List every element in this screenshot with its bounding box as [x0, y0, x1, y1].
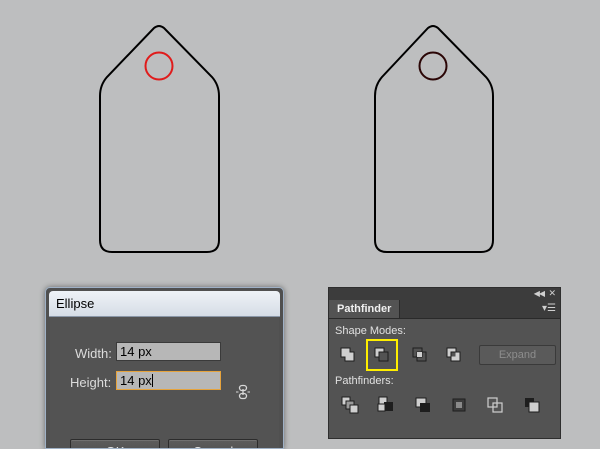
- width-field[interactable]: 14 px: [116, 342, 221, 361]
- ellipse-selected[interactable]: [144, 51, 174, 81]
- tab-pathfinder[interactable]: Pathfinder: [329, 300, 401, 318]
- constrain-proportions-icon[interactable]: [236, 384, 250, 400]
- height-field[interactable]: 14 px: [116, 371, 221, 390]
- tag-shape-right[interactable]: [374, 25, 494, 253]
- minus-back-icon[interactable]: [521, 394, 543, 416]
- width-label: Width:: [75, 346, 112, 361]
- intersect-icon[interactable]: [409, 344, 431, 366]
- close-icon[interactable]: ✕: [548, 288, 556, 299]
- artboard: [99, 25, 494, 253]
- expand-button[interactable]: Expand: [479, 345, 556, 365]
- merge-icon[interactable]: [412, 394, 434, 416]
- pathfinders-label: Pathfinders:: [335, 375, 394, 387]
- dialog-body: Width: 14 px Height: 14 px OK Cancel: [50, 317, 279, 448]
- cancel-button[interactable]: Cancel: [168, 439, 258, 448]
- unite-icon[interactable]: [337, 344, 359, 366]
- minus-front-icon[interactable]: [366, 339, 398, 371]
- collapse-icon[interactable]: ◀◀: [534, 289, 545, 298]
- trim-icon[interactable]: [375, 394, 397, 416]
- width-value: 14 px: [120, 344, 152, 359]
- ok-button[interactable]: OK: [70, 439, 160, 448]
- height-label: Height:: [70, 375, 112, 390]
- divide-icon[interactable]: [339, 394, 361, 416]
- text-caret: [151, 374, 153, 387]
- hole-circle[interactable]: [418, 51, 448, 81]
- height-value: 14 px: [120, 373, 152, 388]
- pathfinder-panel: ◀◀ ✕ Pathfinder ▾☰ Shape Modes: Expand P…: [328, 287, 561, 439]
- panel-header-strip[interactable]: ◀◀ ✕: [329, 288, 560, 300]
- exclude-icon[interactable]: [443, 344, 465, 366]
- panel-tab-row: Pathfinder ▾☰: [329, 300, 560, 319]
- ellipse-dialog: Ellipse Width: 14 px Height: 14 px OK Ca…: [45, 287, 284, 449]
- panel-menu-icon[interactable]: ▾☰: [542, 303, 556, 314]
- outline-icon[interactable]: [484, 394, 506, 416]
- dialog-title: Ellipse: [56, 296, 95, 311]
- tag-shape-left[interactable]: [99, 25, 220, 253]
- shape-modes-label: Shape Modes:: [335, 325, 406, 337]
- crop-icon[interactable]: [448, 394, 470, 416]
